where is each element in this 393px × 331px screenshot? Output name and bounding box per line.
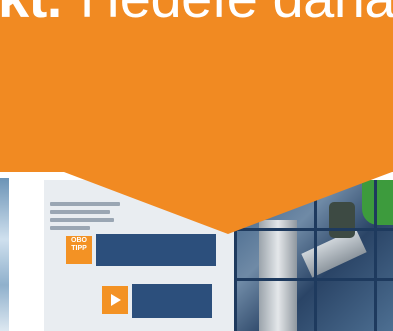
headline-bold: kt. <box>0 0 62 29</box>
play-text-block <box>132 284 212 318</box>
grid-line <box>234 278 393 281</box>
tipp-text-block <box>96 234 216 266</box>
headline: kt. Hedefe daha <box>0 0 393 26</box>
side-thumbnail-image <box>0 178 9 331</box>
orange-banner: kt. Hedefe daha <box>0 0 393 172</box>
headline-light: Hedefe daha <box>80 0 393 29</box>
play-arrow-icon <box>102 286 128 314</box>
pipe-graphic <box>259 220 297 331</box>
tipp-badge: OBO TIPP <box>66 236 92 264</box>
banner-pointer <box>64 172 392 234</box>
